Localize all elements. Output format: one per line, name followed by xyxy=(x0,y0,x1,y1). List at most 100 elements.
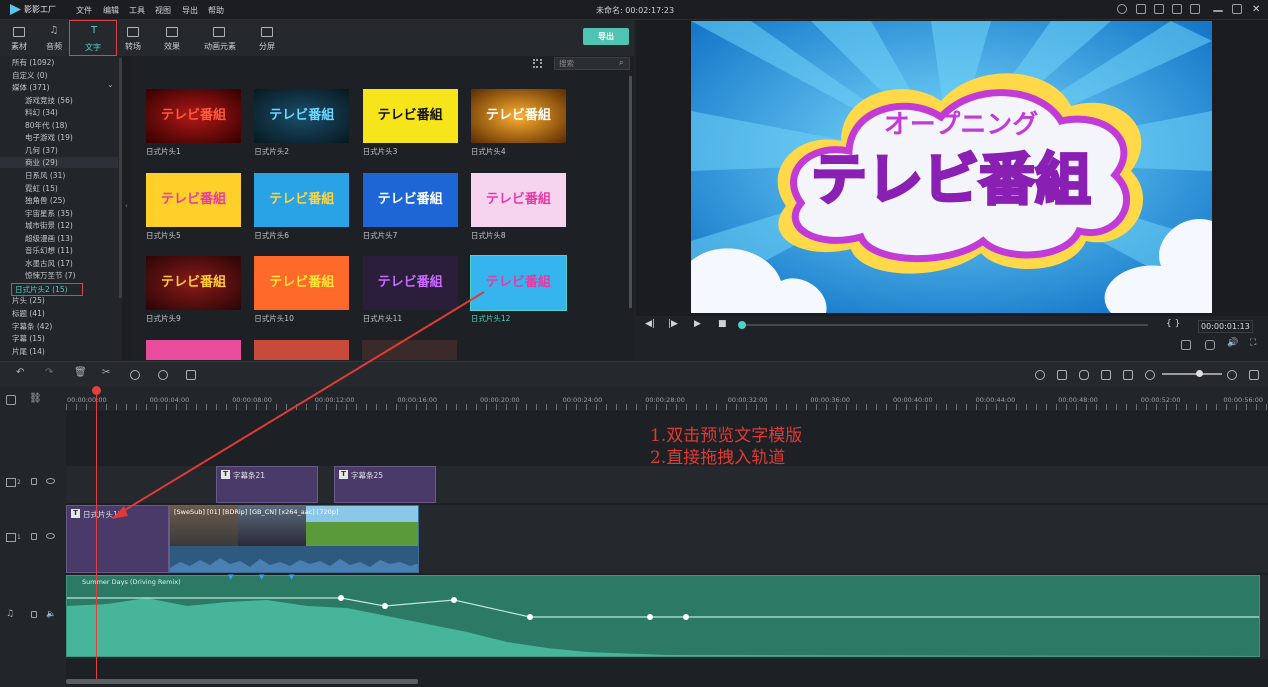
sidebar-category[interactable]: 独角兽 (25) xyxy=(25,195,65,206)
zoom-slider[interactable] xyxy=(1162,373,1222,375)
menu-edit[interactable]: 编辑 xyxy=(103,5,119,16)
template-thumb[interactable]: テレビ番組 xyxy=(254,89,350,143)
sidebar-category[interactable]: 游戏竞技 (56) xyxy=(25,95,73,106)
grid-view-icon[interactable] xyxy=(533,59,542,68)
video-clip[interactable]: [SweSub] [01] [BDRip] [GB_CN] [x264_aac]… xyxy=(169,505,419,573)
menu-view[interactable]: 视图 xyxy=(155,5,171,16)
snapshot-icon[interactable] xyxy=(1205,340,1215,350)
search-icon[interactable]: ⌕ xyxy=(619,58,623,68)
cut-icon[interactable]: ✂ xyxy=(102,367,112,378)
stop-icon[interactable]: ■ xyxy=(718,319,727,329)
download-icon[interactable] xyxy=(1190,4,1200,14)
speaker-icon[interactable]: 🔈 xyxy=(46,609,56,618)
sidebar-category[interactable]: 标题 (41) xyxy=(12,308,45,319)
template-thumb-partial[interactable] xyxy=(254,340,349,360)
marker-icon[interactable]: ▼ xyxy=(228,573,233,581)
marker-icon[interactable] xyxy=(1057,370,1067,380)
sidebar-category[interactable]: 媒体 (371) xyxy=(12,82,50,93)
title-clip[interactable]: T 日式片头12 xyxy=(66,505,169,573)
render-icon[interactable] xyxy=(1035,370,1045,380)
subtitle-clip[interactable]: T 字幕条21 xyxy=(216,466,318,503)
lock-icon[interactable] xyxy=(31,533,37,540)
sidebar-category[interactable]: 80年代 (18) xyxy=(25,120,67,131)
step-forward-icon[interactable]: |▶ xyxy=(668,319,678,329)
sidebar-category[interactable]: 日式片头2 (15) xyxy=(11,282,83,296)
lock-icon[interactable] xyxy=(31,611,37,618)
tab-transition[interactable]: 转场 xyxy=(114,20,152,56)
grid-scrollbar[interactable] xyxy=(629,76,632,308)
sidebar-category[interactable]: 超级漫画 (13) xyxy=(25,233,73,244)
mic-icon[interactable] xyxy=(1079,370,1089,380)
template-thumb[interactable]: テレビ番組 xyxy=(362,89,458,143)
audio-clip[interactable]: Summer Days (Driving Remix) xyxy=(66,575,1260,657)
tab-audio[interactable]: ♫ 音频 xyxy=(35,20,73,56)
sidebar-category[interactable]: 所有 (1092) xyxy=(12,57,54,68)
template-thumb[interactable]: テレビ番組 xyxy=(146,172,241,227)
template-thumb[interactable]: テレビ番組 xyxy=(254,172,350,227)
close-icon[interactable]: ✕ xyxy=(1252,4,1260,15)
template-thumb[interactable]: テレビ番組 xyxy=(470,172,566,227)
add-track-icon[interactable] xyxy=(6,395,16,405)
menu-export[interactable]: 导出 xyxy=(182,5,198,16)
sidebar-category[interactable]: 片尾 (14) xyxy=(12,346,45,357)
sidebar-category[interactable]: 几何 (37) xyxy=(25,145,58,156)
template-thumb[interactable]: テレビ番組 xyxy=(470,89,566,143)
template-thumb[interactable]: テレビ番組 xyxy=(469,255,567,311)
speed-icon[interactable] xyxy=(130,370,140,380)
menu-tools[interactable]: 工具 xyxy=(129,5,145,16)
template-thumb[interactable]: テレビ番組 xyxy=(254,256,350,310)
template-thumb-partial[interactable] xyxy=(146,340,241,360)
duration-icon[interactable] xyxy=(158,370,168,380)
preview-scrubber[interactable] xyxy=(740,324,1148,326)
template-thumb[interactable]: テレビ番組 xyxy=(362,172,458,227)
play-icon[interactable]: ▶ xyxy=(694,319,701,329)
preview-canvas[interactable]: オープニング テレビ番組 xyxy=(691,21,1212,313)
sidebar-category[interactable]: 商业 (29) xyxy=(0,157,118,169)
sidebar-category[interactable]: 日系风 (31) xyxy=(25,170,65,181)
export-button[interactable]: 导出 xyxy=(583,28,629,45)
tab-effects[interactable]: 效果 xyxy=(153,20,191,56)
adjust-icon[interactable] xyxy=(186,370,196,380)
panel-divider[interactable]: ‹ xyxy=(122,56,132,360)
link-icon[interactable]: ⛓ xyxy=(29,393,42,404)
mail-icon[interactable] xyxy=(1172,4,1182,14)
template-thumb[interactable]: テレビ番組 xyxy=(362,256,458,310)
zoom-in-icon[interactable] xyxy=(1227,370,1237,380)
sidebar-category[interactable]: 宇宙星系 (35) xyxy=(25,208,73,219)
save-icon[interactable] xyxy=(1154,4,1164,14)
scrubber-handle[interactable] xyxy=(738,321,746,329)
menu-help[interactable]: 帮助 xyxy=(208,5,224,16)
eye-icon[interactable] xyxy=(46,478,55,484)
chevron-down-icon[interactable]: ⌄ xyxy=(107,80,114,89)
maximize-icon[interactable] xyxy=(1232,4,1242,14)
sidebar-category[interactable]: 惊悚万圣节 (7) xyxy=(25,270,76,281)
template-thumb[interactable]: テレビ番組 xyxy=(146,256,241,310)
eye-icon[interactable] xyxy=(46,533,55,539)
sidebar-category[interactable]: 料幻 (34) xyxy=(25,107,58,118)
delete-icon[interactable]: 🗑 xyxy=(74,367,87,378)
sidebar-category[interactable]: 霓虹 (15) xyxy=(25,183,58,194)
user-icon[interactable] xyxy=(1117,4,1127,14)
sidebar-category[interactable]: 城市街景 (12) xyxy=(25,220,73,231)
tab-split-screen[interactable]: 分屏 xyxy=(248,20,286,56)
marker-icon[interactable]: ▼ xyxy=(289,573,294,581)
template-thumb[interactable]: テレビ番組 xyxy=(146,89,241,143)
fullscreen-icon[interactable]: ⛶ xyxy=(1250,338,1256,348)
undo-icon[interactable]: ↶ xyxy=(16,367,26,378)
zoom-slider-handle[interactable] xyxy=(1196,370,1203,377)
sidebar-category[interactable]: 电子游戏 (19) xyxy=(25,132,73,143)
minimize-icon[interactable] xyxy=(1213,10,1223,12)
sidebar-category[interactable]: 音乐幻想 (11) xyxy=(25,245,73,256)
playhead[interactable] xyxy=(96,389,97,681)
fit-icon[interactable] xyxy=(1123,370,1133,380)
volume-icon[interactable]: 🔊 xyxy=(1227,338,1238,348)
sidebar-category[interactable]: 字幕条 (42) xyxy=(12,321,52,332)
redo-icon[interactable]: ↷ xyxy=(45,367,55,378)
menu-file[interactable]: 文件 xyxy=(76,5,92,16)
sidebar-category[interactable]: 自定义 (0) xyxy=(12,70,48,81)
playhead-handle[interactable] xyxy=(92,386,101,395)
zoom-out-icon[interactable] xyxy=(1145,370,1155,380)
sidebar-category[interactable]: 字幕 (15) xyxy=(12,333,45,344)
tab-media[interactable]: 素材 xyxy=(0,20,38,56)
template-thumb-partial[interactable] xyxy=(362,340,457,360)
